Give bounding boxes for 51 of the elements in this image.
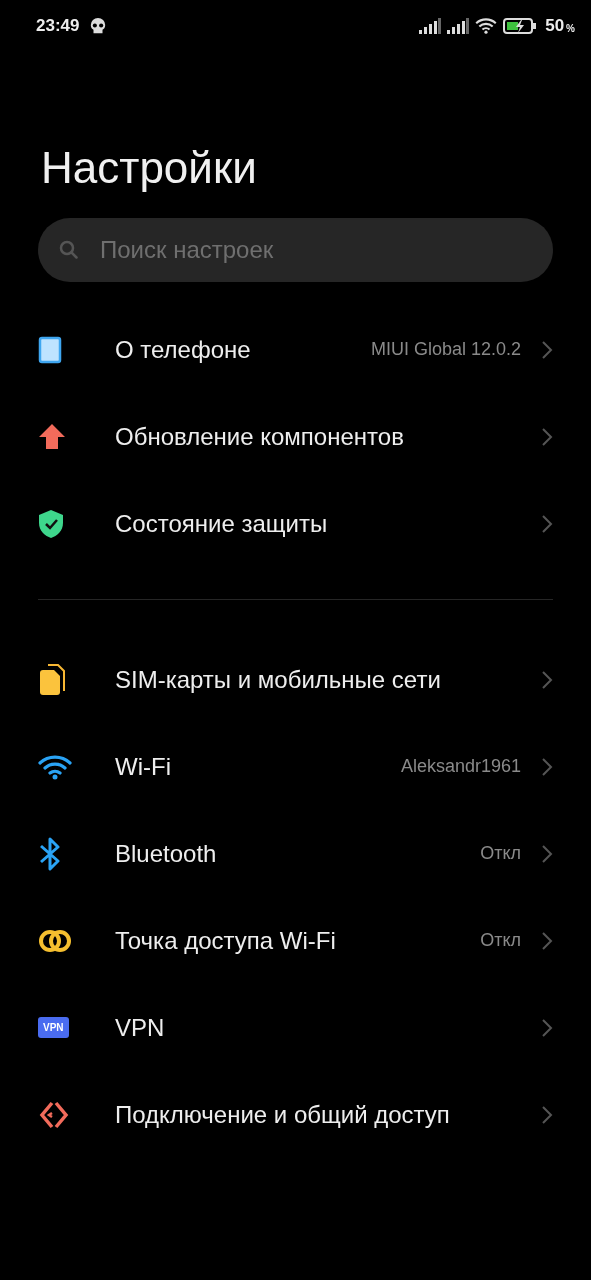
item-value: Aleksandr1961 — [400, 756, 521, 777]
settings-item[interactable]: Bluetooth Откл — [0, 810, 591, 897]
item-label: SIM-карты и мобильные сети — [115, 664, 442, 695]
signal-icon — [419, 18, 442, 34]
wifi-icon — [38, 753, 72, 780]
chevron-right-icon — [541, 756, 553, 777]
settings-item[interactable]: Состояние защиты — [0, 480, 591, 567]
chevron-right-icon — [541, 843, 553, 864]
chevrons-icon — [38, 1100, 70, 1129]
chevron-right-icon — [541, 339, 553, 360]
chevron-right-icon — [541, 1104, 553, 1125]
search-icon — [58, 239, 80, 261]
search-placeholder: Поиск настроек — [100, 236, 275, 264]
settings-item[interactable]: VPN VPN — [0, 984, 591, 1071]
phone-icon — [38, 335, 62, 364]
settings-item[interactable]: Wi-Fi Aleksandr1961 — [0, 723, 591, 810]
item-label: Обновление компонентов — [115, 421, 405, 452]
item-label: VPN — [115, 1012, 166, 1043]
battery-charging-icon — [503, 18, 538, 34]
item-label: Подключение и общий доступ — [115, 1099, 451, 1130]
skull-icon — [89, 17, 108, 35]
battery-level: 50 — [545, 16, 565, 36]
item-label: Точка доступа Wi-Fi — [115, 925, 337, 956]
chevron-right-icon — [541, 426, 553, 447]
battery-unit: % — [566, 21, 575, 34]
item-label: О телефоне — [115, 334, 252, 365]
vpn-badge: VPN — [38, 1017, 69, 1038]
up-arrow-icon — [38, 422, 66, 451]
item-value: Откл — [480, 930, 521, 951]
wifi-icon — [475, 18, 498, 34]
item-value: MIUI Global 12.0.2 — [370, 339, 521, 360]
settings-item[interactable]: Обновление компонентов — [0, 393, 591, 480]
settings-item[interactable]: Подключение и общий доступ — [0, 1071, 591, 1158]
chevron-right-icon — [541, 513, 553, 534]
linked-rings-icon — [38, 928, 72, 953]
signal-icon — [447, 18, 470, 34]
chevron-right-icon — [541, 1017, 553, 1038]
bluetooth-icon — [38, 836, 62, 871]
shield-check-icon — [38, 508, 64, 539]
page-title: Настройки — [41, 142, 258, 194]
item-label: Bluetooth — [115, 838, 218, 869]
settings-item[interactable]: SIM-карты и мобильные сети — [0, 636, 591, 723]
item-label: Состояние защиты — [115, 508, 329, 539]
settings-item[interactable]: О телефоне MIUI Global 12.0.2 — [0, 306, 591, 393]
item-value: Откл — [480, 843, 521, 864]
chevron-right-icon — [541, 930, 553, 951]
clock: 23:49 — [36, 16, 80, 36]
chevron-right-icon — [541, 669, 553, 690]
item-label: Wi-Fi — [115, 751, 172, 782]
settings-item[interactable]: Точка доступа Wi-Fi Откл — [0, 897, 591, 984]
sim-card-icon — [38, 663, 66, 696]
